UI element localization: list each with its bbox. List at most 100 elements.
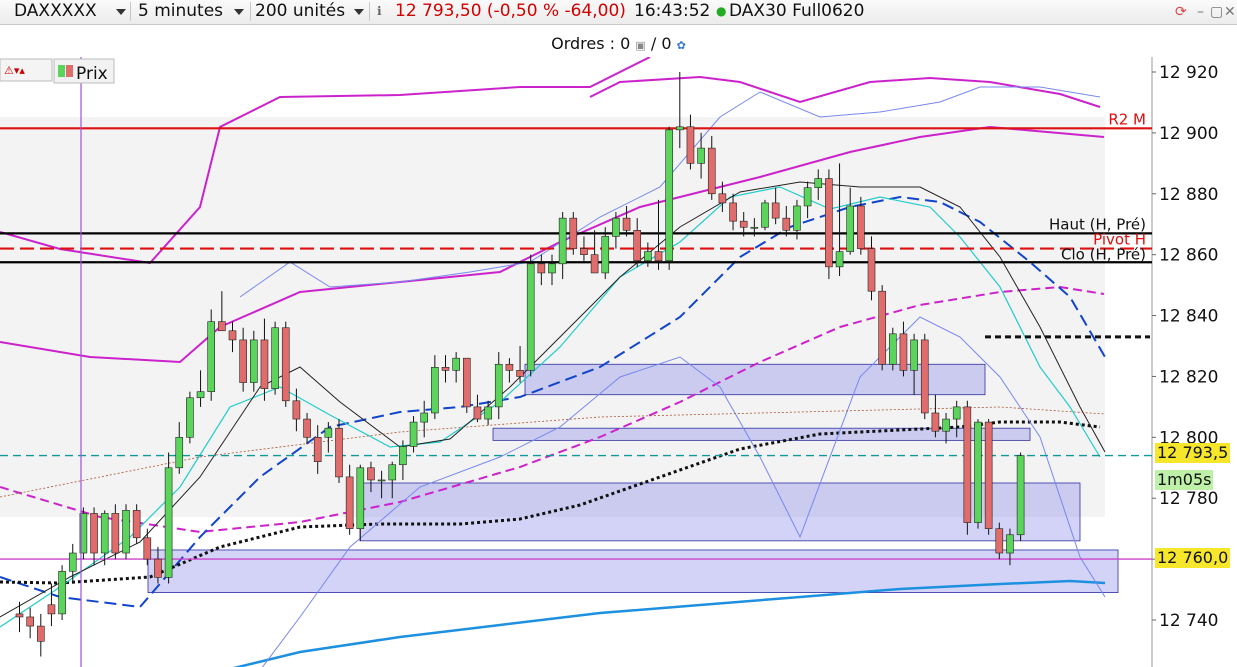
candle-body: [100, 513, 109, 554]
candle-body: [228, 330, 237, 341]
candle-body: [143, 537, 152, 560]
orders-edit-icon[interactable]: ▣: [635, 39, 645, 52]
tick-label: 12 740: [1159, 611, 1218, 631]
candle-body: [431, 367, 439, 414]
candle-body: [239, 339, 247, 383]
tick-label: 12 840: [1159, 307, 1218, 327]
candle-body: [984, 421, 993, 529]
candle-body: [399, 446, 407, 466]
tick-label: 12 860: [1159, 246, 1218, 266]
candle-body: [409, 421, 418, 447]
candle-body: [473, 406, 482, 420]
candle-body: [707, 147, 716, 195]
level-label: R2 M: [1108, 110, 1146, 128]
candle-body: [888, 333, 897, 365]
candle-body: [281, 327, 290, 402]
axis-background: [1153, 57, 1237, 667]
candle-body: [388, 464, 397, 481]
candle-body: [537, 263, 546, 274]
candle-body: [697, 147, 705, 164]
candle-body: [633, 230, 642, 262]
symbol-dropdown[interactable]: DAXXXXX: [14, 2, 131, 21]
orders-bar: Ordres : 0 ▣ / 0 ✿: [0, 34, 1237, 56]
candle-body: [462, 357, 471, 408]
tick-label: 12 780: [1159, 489, 1218, 509]
candle-body: [729, 202, 737, 222]
status-dot-icon: ●: [716, 4, 727, 18]
candle-body: [814, 178, 823, 188]
units-label: 200 unités: [255, 1, 346, 21]
candle-body: [356, 467, 365, 529]
chevron-down-icon: [234, 9, 244, 15]
units-dropdown[interactable]: 200 unités: [255, 2, 370, 21]
candle-body: [825, 178, 833, 268]
candle-body: [644, 251, 652, 262]
time-text: 16:43:52: [634, 1, 711, 21]
candle-body: [995, 528, 1004, 554]
chevron-down-icon: [116, 9, 126, 15]
price-chart[interactable]: R2 MHaut (H, Pré)Pivot HClo (H, Pré) 12 …: [0, 57, 1237, 667]
candle-body: [132, 510, 141, 539]
candle-body: [974, 421, 982, 523]
candle-body: [580, 248, 588, 255]
candle-body: [175, 437, 184, 469]
candle-body: [303, 418, 311, 438]
candle-body: [90, 513, 98, 554]
candle-body: [516, 370, 524, 377]
candle-body: [484, 406, 492, 420]
candle-body: [122, 510, 130, 554]
candle-body: [1016, 455, 1025, 536]
zone-box: [359, 482, 1081, 542]
candle-body: [910, 339, 918, 371]
candle-body: [335, 427, 343, 478]
price-axis: 12 74012 76012 78012 80012 82012 84012 8…: [1152, 57, 1237, 667]
candle-body: [186, 397, 194, 438]
candle-body: [250, 339, 258, 383]
candle-body: [675, 126, 684, 131]
candle-body: [665, 129, 673, 262]
candle-body: [26, 616, 34, 627]
candle-body: [218, 321, 226, 332]
candle-body: [367, 467, 375, 481]
candle-body: [931, 412, 940, 432]
minimize-icon[interactable]: –: [1197, 4, 1204, 20]
orders-label: Ordres : 0: [551, 34, 631, 53]
alert-icon[interactable]: ⚠▾▴: [4, 64, 25, 77]
candle-body: [857, 205, 865, 249]
symbol-label: DAXXXXX: [14, 1, 97, 21]
candle-body: [68, 552, 77, 572]
candle-body: [548, 263, 556, 274]
candle-body: [420, 412, 429, 423]
candle-body: [963, 406, 972, 523]
tick-label: 12 920: [1159, 63, 1218, 83]
legend-label: Prix: [76, 64, 108, 84]
candle-body: [441, 367, 450, 371]
candle-body: [750, 226, 759, 229]
candle-body: [878, 290, 886, 365]
candle-body: [952, 406, 961, 420]
toolbar: DAXXXXX 5 minutes 200 unités ℹ 12 793,50…: [0, 0, 1237, 25]
legend-box[interactable]: ⚠▾▴ Prix: [0, 58, 115, 84]
tick-label: 12 900: [1159, 124, 1218, 144]
candle-body: [36, 625, 45, 642]
candle-body: [111, 513, 120, 554]
candle-body: [771, 202, 780, 219]
settings-icon[interactable]: ✿: [677, 39, 686, 52]
candle-body: [761, 202, 769, 228]
last-price-tag: 12 793,5: [1155, 443, 1231, 463]
candle-body: [345, 476, 354, 529]
candle-body: [494, 363, 503, 408]
candle-body: [590, 254, 599, 274]
tick-label: 12 880: [1159, 185, 1218, 205]
candle-body: [793, 205, 801, 231]
quote-text: 12 793,50 (-0,50 % -64,00): [395, 1, 626, 21]
candle-body: [313, 437, 322, 462]
refresh-icon[interactable]: ⟳: [1175, 4, 1187, 20]
cursor-price-tag: 12 760,0: [1155, 548, 1231, 568]
up-candle-icon: [58, 65, 65, 77]
candle-body: [196, 391, 205, 399]
restore-icon[interactable]: ▢: [1210, 4, 1223, 20]
info-icon[interactable]: ℹ: [377, 2, 382, 21]
candle-body: [867, 248, 876, 292]
close-icon[interactable]: ✕: [1224, 4, 1236, 20]
